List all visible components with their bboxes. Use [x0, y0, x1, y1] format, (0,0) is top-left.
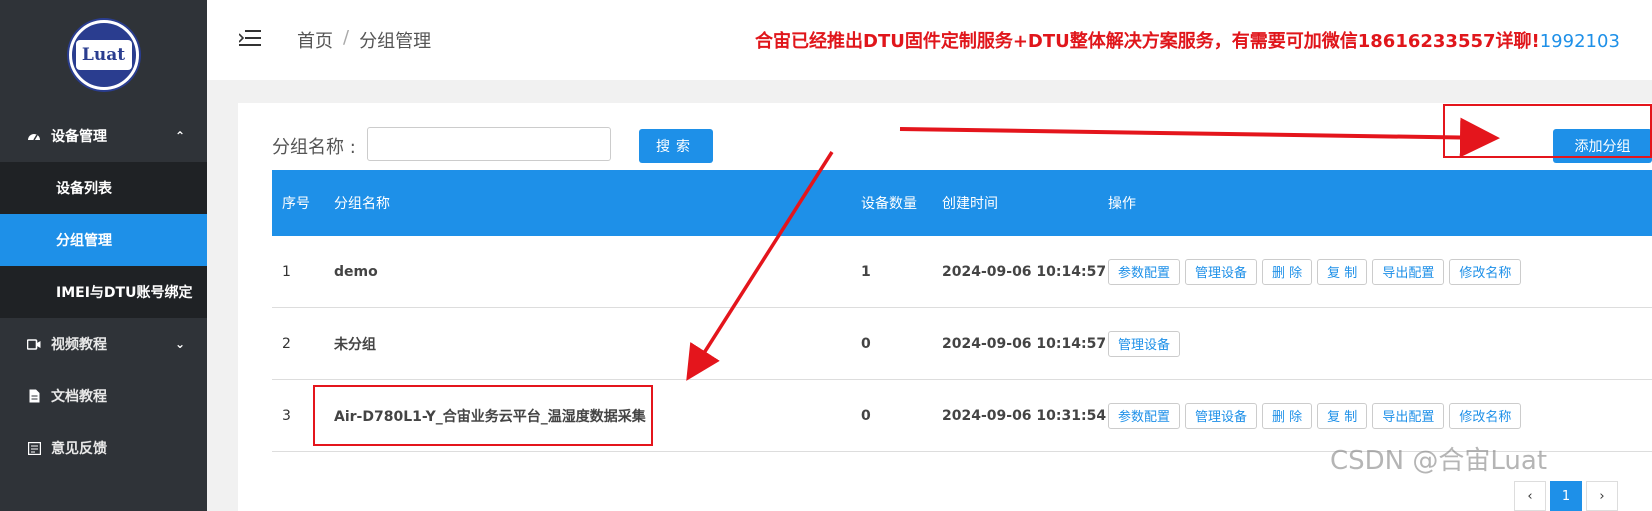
row-device-count: 0 [861, 407, 871, 424]
sidebar-item-label: 意见反馈 [51, 441, 107, 457]
export-config-button[interactable]: 导出配置 [1372, 402, 1445, 429]
manage-devices-button[interactable]: 管理设备 [1108, 330, 1181, 357]
sidebar-item-feedback[interactable]: 意见反馈 [0, 422, 207, 474]
copy-button[interactable]: 复 制 [1317, 402, 1368, 429]
param-config-button[interactable]: 参数配置 [1108, 402, 1181, 429]
annotation-box-new-group [313, 385, 653, 446]
export-config-button[interactable]: 导出配置 [1372, 258, 1445, 285]
chevron-down-icon: ⌄ [174, 337, 185, 351]
row-actions: 参数配置 管理设备 删 除 复 制 导出配置 修改名称 [1108, 402, 1522, 429]
row-created-time: 2024-09-06 10:31:54 [942, 407, 1107, 424]
rename-button[interactable]: 修改名称 [1449, 402, 1522, 429]
header-device-count: 设备数量 [861, 196, 917, 212]
pagination-page-current[interactable]: 1 [1550, 481, 1582, 511]
annotation-box-add-group [1443, 104, 1652, 158]
table-row: 1 demo 1 2024-09-06 10:14:57 参数配置 管理设备 删… [272, 236, 1652, 308]
header-created-time: 创建时间 [942, 196, 998, 212]
sidebar-item-video-tutorials[interactable]: 视频教程 ⌄ [0, 318, 207, 370]
header-index: 序号 [282, 196, 310, 212]
sidebar-item-device-list[interactable]: 设备列表 [0, 162, 207, 214]
pagination: ‹ 1 › [1514, 481, 1618, 511]
pagination-next[interactable]: › [1586, 481, 1618, 511]
delete-button[interactable]: 删 除 [1262, 258, 1313, 285]
group-name-search-input[interactable] [367, 127, 611, 161]
sidebar-item-label: 设备管理 [51, 129, 107, 145]
chevron-up-icon: ⌃ [174, 129, 185, 143]
document-icon [26, 388, 42, 404]
row-device-count: 1 [861, 263, 871, 280]
header-group-name: 分组名称 [334, 196, 390, 212]
sidebar-item-label: 文档教程 [51, 389, 107, 405]
logo-text: Luat [75, 40, 132, 70]
rename-button[interactable]: 修改名称 [1449, 258, 1522, 285]
sidebar: Luat 设备管理 ⌃ 设备列表 分组管理 IMEI与DTU账号绑定 视频教程 … [0, 0, 207, 511]
feedback-icon [26, 440, 42, 456]
manage-devices-button[interactable]: 管理设备 [1185, 402, 1258, 429]
table-row: 2 未分组 0 2024-09-06 10:14:57 管理设备 [272, 308, 1652, 380]
row-created-time: 2024-09-06 10:14:57 [942, 263, 1107, 280]
notice-text: 合宙已经推出DTU固件定制服务+DTU整体解决方案服务，有需要可加微信18616… [755, 31, 1540, 52]
row-created-time: 2024-09-06 10:14:57 [942, 335, 1107, 352]
row-actions: 参数配置 管理设备 删 除 复 制 导出配置 修改名称 [1108, 258, 1522, 285]
video-icon [26, 336, 42, 352]
row-index: 1 [282, 263, 291, 280]
dashboard-icon [26, 128, 42, 144]
sidebar-item-group-management[interactable]: 分组管理 [0, 214, 207, 266]
breadcrumb-separator: / [343, 27, 350, 48]
row-group-name: demo [334, 263, 378, 280]
row-index: 2 [282, 335, 291, 352]
breadcrumb-current: 分组管理 [359, 31, 432, 52]
header-actions: 操作 [1108, 196, 1136, 212]
menu-toggle-icon[interactable] [238, 29, 261, 51]
watermark: CSDN @合宙Luat [1330, 446, 1548, 476]
row-device-count: 0 [861, 335, 871, 352]
manage-devices-button[interactable]: 管理设备 [1185, 258, 1258, 285]
pagination-prev[interactable]: ‹ [1514, 481, 1546, 511]
table-header: 序号 分组名称 设备数量 创建时间 操作 [272, 170, 1652, 236]
service-notice: 合宙已经推出DTU固件定制服务+DTU整体解决方案服务，有需要可加微信18616… [755, 27, 1620, 53]
sidebar-item-device-management[interactable]: 设备管理 ⌃ [0, 110, 207, 162]
row-index: 3 [282, 407, 291, 424]
logo-area: Luat [0, 0, 207, 110]
notice-contact-number: 1992103 [1539, 31, 1620, 52]
search-label: 分组名称 : [272, 137, 356, 158]
luat-logo[interactable]: Luat [68, 20, 139, 90]
search-button[interactable]: 搜索 [639, 129, 713, 163]
delete-button[interactable]: 删 除 [1262, 402, 1313, 429]
breadcrumb: 首页 / 分组管理 [297, 27, 431, 53]
row-group-name: 未分组 [334, 336, 376, 353]
sidebar-item-doc-tutorials[interactable]: 文档教程 [0, 370, 207, 422]
copy-button[interactable]: 复 制 [1317, 258, 1368, 285]
sidebar-item-label: 视频教程 [51, 337, 107, 353]
row-actions: 管理设备 [1108, 330, 1181, 357]
top-header: 首页 / 分组管理 合宙已经推出DTU固件定制服务+DTU整体解决方案服务，有需… [207, 0, 1652, 80]
breadcrumb-home[interactable]: 首页 [297, 27, 333, 53]
param-config-button[interactable]: 参数配置 [1108, 258, 1181, 285]
sidebar-item-imei-binding[interactable]: IMEI与DTU账号绑定 [0, 266, 207, 318]
